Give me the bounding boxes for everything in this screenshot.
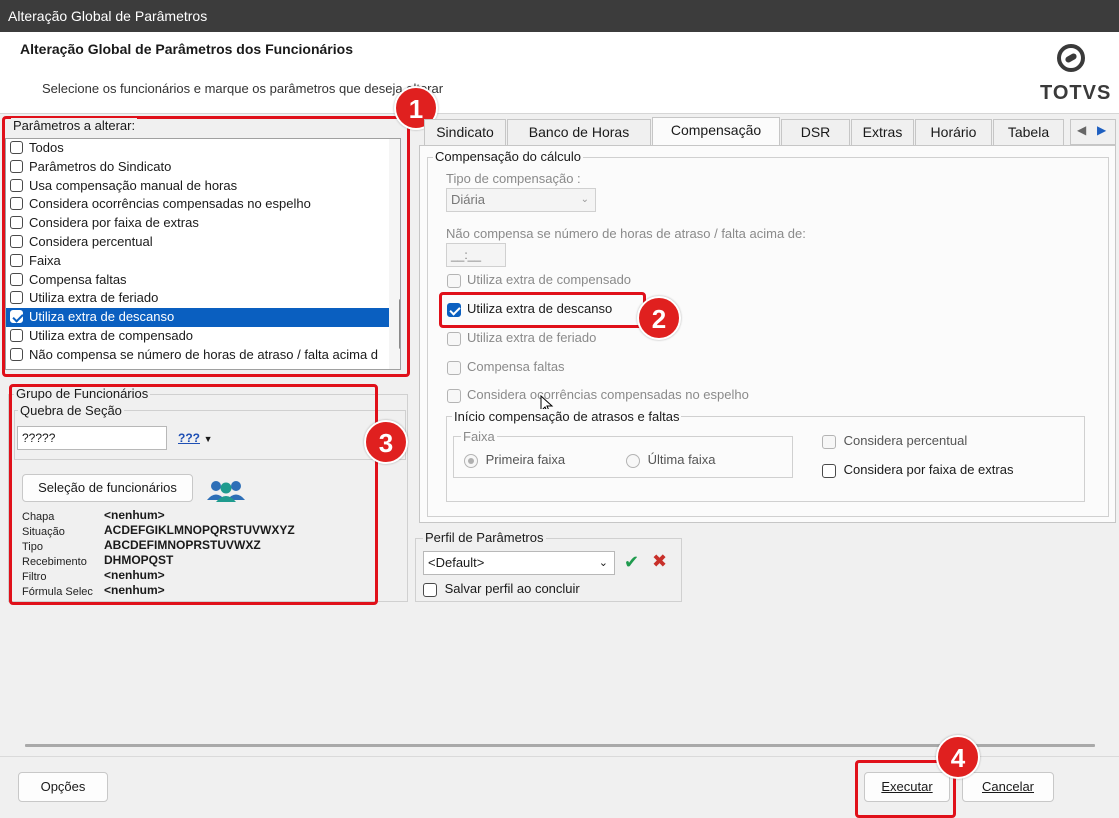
tab-banco-de-horas[interactable]: Banco de Horas — [507, 119, 651, 145]
tab-dsr[interactable]: DSR — [781, 119, 850, 145]
tipo-compensacao-label: Tipo de compensação : — [446, 171, 581, 186]
compensacao-checkbox[interactable]: Compensa faltas — [447, 359, 565, 375]
tab-compensacao[interactable]: Compensação — [652, 117, 780, 145]
nao-compensa-time-input[interactable]: __:__ — [446, 243, 506, 267]
checkbox-indicator — [423, 582, 437, 597]
tipo-compensacao-select[interactable]: Diária ⌄ — [446, 188, 596, 212]
totvs-logo-icon — [1057, 44, 1085, 72]
ultima-faixa-radio[interactable]: Última faixa — [626, 452, 716, 468]
params-group-label: Parâmetros a alterar: — [11, 118, 138, 133]
tab-horario[interactable]: Horário — [915, 119, 992, 145]
primeira-faixa-label: Primeira faixa — [485, 452, 566, 467]
tab-tabela[interactable]: Tabela — [993, 119, 1064, 145]
radio-indicator — [464, 453, 478, 468]
salvar-perfil-checkbox[interactable]: Salvar perfil ao concluir — [423, 581, 580, 597]
perfil-value: <Default> — [428, 555, 485, 570]
checkbox-indicator — [447, 273, 461, 288]
annotation-badge-4: 4 — [936, 735, 980, 779]
window-titlebar: Alteração Global de Parâmetros — [0, 0, 1119, 32]
tab-sindicato[interactable]: Sindicato — [424, 119, 506, 145]
checkbox-indicator — [447, 360, 461, 375]
compensacao-checkbox-label: Utiliza extra de compensado — [467, 272, 632, 287]
tipo-compensacao-value: Diária — [451, 192, 485, 207]
compensacao-checkbox-label: Considera ocorrências compensadas no esp… — [467, 387, 749, 402]
footer-separator — [25, 744, 1095, 747]
faixa-group-label: Faixa — [461, 429, 497, 444]
chevron-down-icon: ⌄ — [580, 194, 589, 205]
confirm-check-icon[interactable]: ✔ — [624, 552, 639, 573]
nao-compensa-label: Não compensa se número de horas de atras… — [446, 226, 806, 241]
considera-faixa-extras-checkbox[interactable]: Considera por faixa de extras — [822, 462, 1013, 478]
cancelar-button[interactable]: Cancelar — [962, 772, 1054, 802]
chevron-down-icon: ⌄ — [598, 557, 608, 569]
opcoes-button[interactable]: Opções — [18, 772, 108, 802]
annotation-badge-3: 3 — [364, 420, 408, 464]
dialog-header: Alteração Global de Parâmetros dos Funci… — [0, 32, 1119, 114]
compensacao-checkbox[interactable]: Considera ocorrências compensadas no esp… — [447, 387, 749, 403]
considera-faixa-extras-label: Considera por faixa de extras — [843, 462, 1014, 477]
checkbox-indicator — [447, 388, 461, 403]
checkbox-indicator — [822, 463, 836, 478]
radio-indicator — [626, 453, 640, 468]
annotation-box-3 — [9, 384, 378, 605]
perfil-select[interactable]: <Default> ⌄ — [423, 551, 615, 575]
delete-x-icon[interactable]: ✖ — [652, 551, 667, 572]
inicio-group-label: Início compensação de atrasos e faltas — [452, 409, 682, 424]
totvs-logo-text: TOTVS — [1040, 82, 1112, 104]
tab-extras[interactable]: Extras — [851, 119, 914, 145]
checkbox-indicator — [822, 434, 836, 449]
annotation-box-2 — [439, 292, 646, 328]
dialog-title: Alteração Global de Parâmetros dos Funci… — [20, 41, 353, 57]
perfil-group-label: Perfil de Parâmetros — [423, 530, 546, 545]
compensacao-checkbox[interactable]: Utiliza extra de feriado — [447, 330, 596, 346]
compensacao-checkbox-label: Utiliza extra de feriado — [467, 330, 597, 345]
compensacao-checkbox[interactable]: Utiliza extra de compensado — [447, 272, 631, 288]
annotation-badge-2: 2 — [637, 296, 681, 340]
compensacao-group-label: Compensação do cálculo — [433, 149, 583, 164]
annotation-box-1 — [2, 116, 410, 377]
salvar-perfil-label: Salvar perfil ao concluir — [444, 581, 580, 596]
ultima-faixa-label: Última faixa — [647, 452, 716, 467]
dialog-subtitle: Selecione os funcionários e marque os pa… — [42, 81, 444, 96]
primeira-faixa-radio[interactable]: Primeira faixa — [464, 452, 565, 468]
tabs-scroll-control: ◀ ▶ — [1070, 119, 1116, 145]
checkbox-indicator — [447, 331, 461, 346]
compensacao-checkbox-label: Compensa faltas — [467, 359, 565, 374]
window-title: Alteração Global de Parâmetros — [8, 8, 208, 24]
tab-scroll-right-icon[interactable]: ▶ — [1097, 123, 1106, 137]
considera-percentual-label: Considera percentual — [843, 433, 968, 448]
considera-percentual-checkbox[interactable]: Considera percentual — [822, 433, 967, 449]
tab-scroll-left-icon[interactable]: ◀ — [1077, 123, 1086, 137]
